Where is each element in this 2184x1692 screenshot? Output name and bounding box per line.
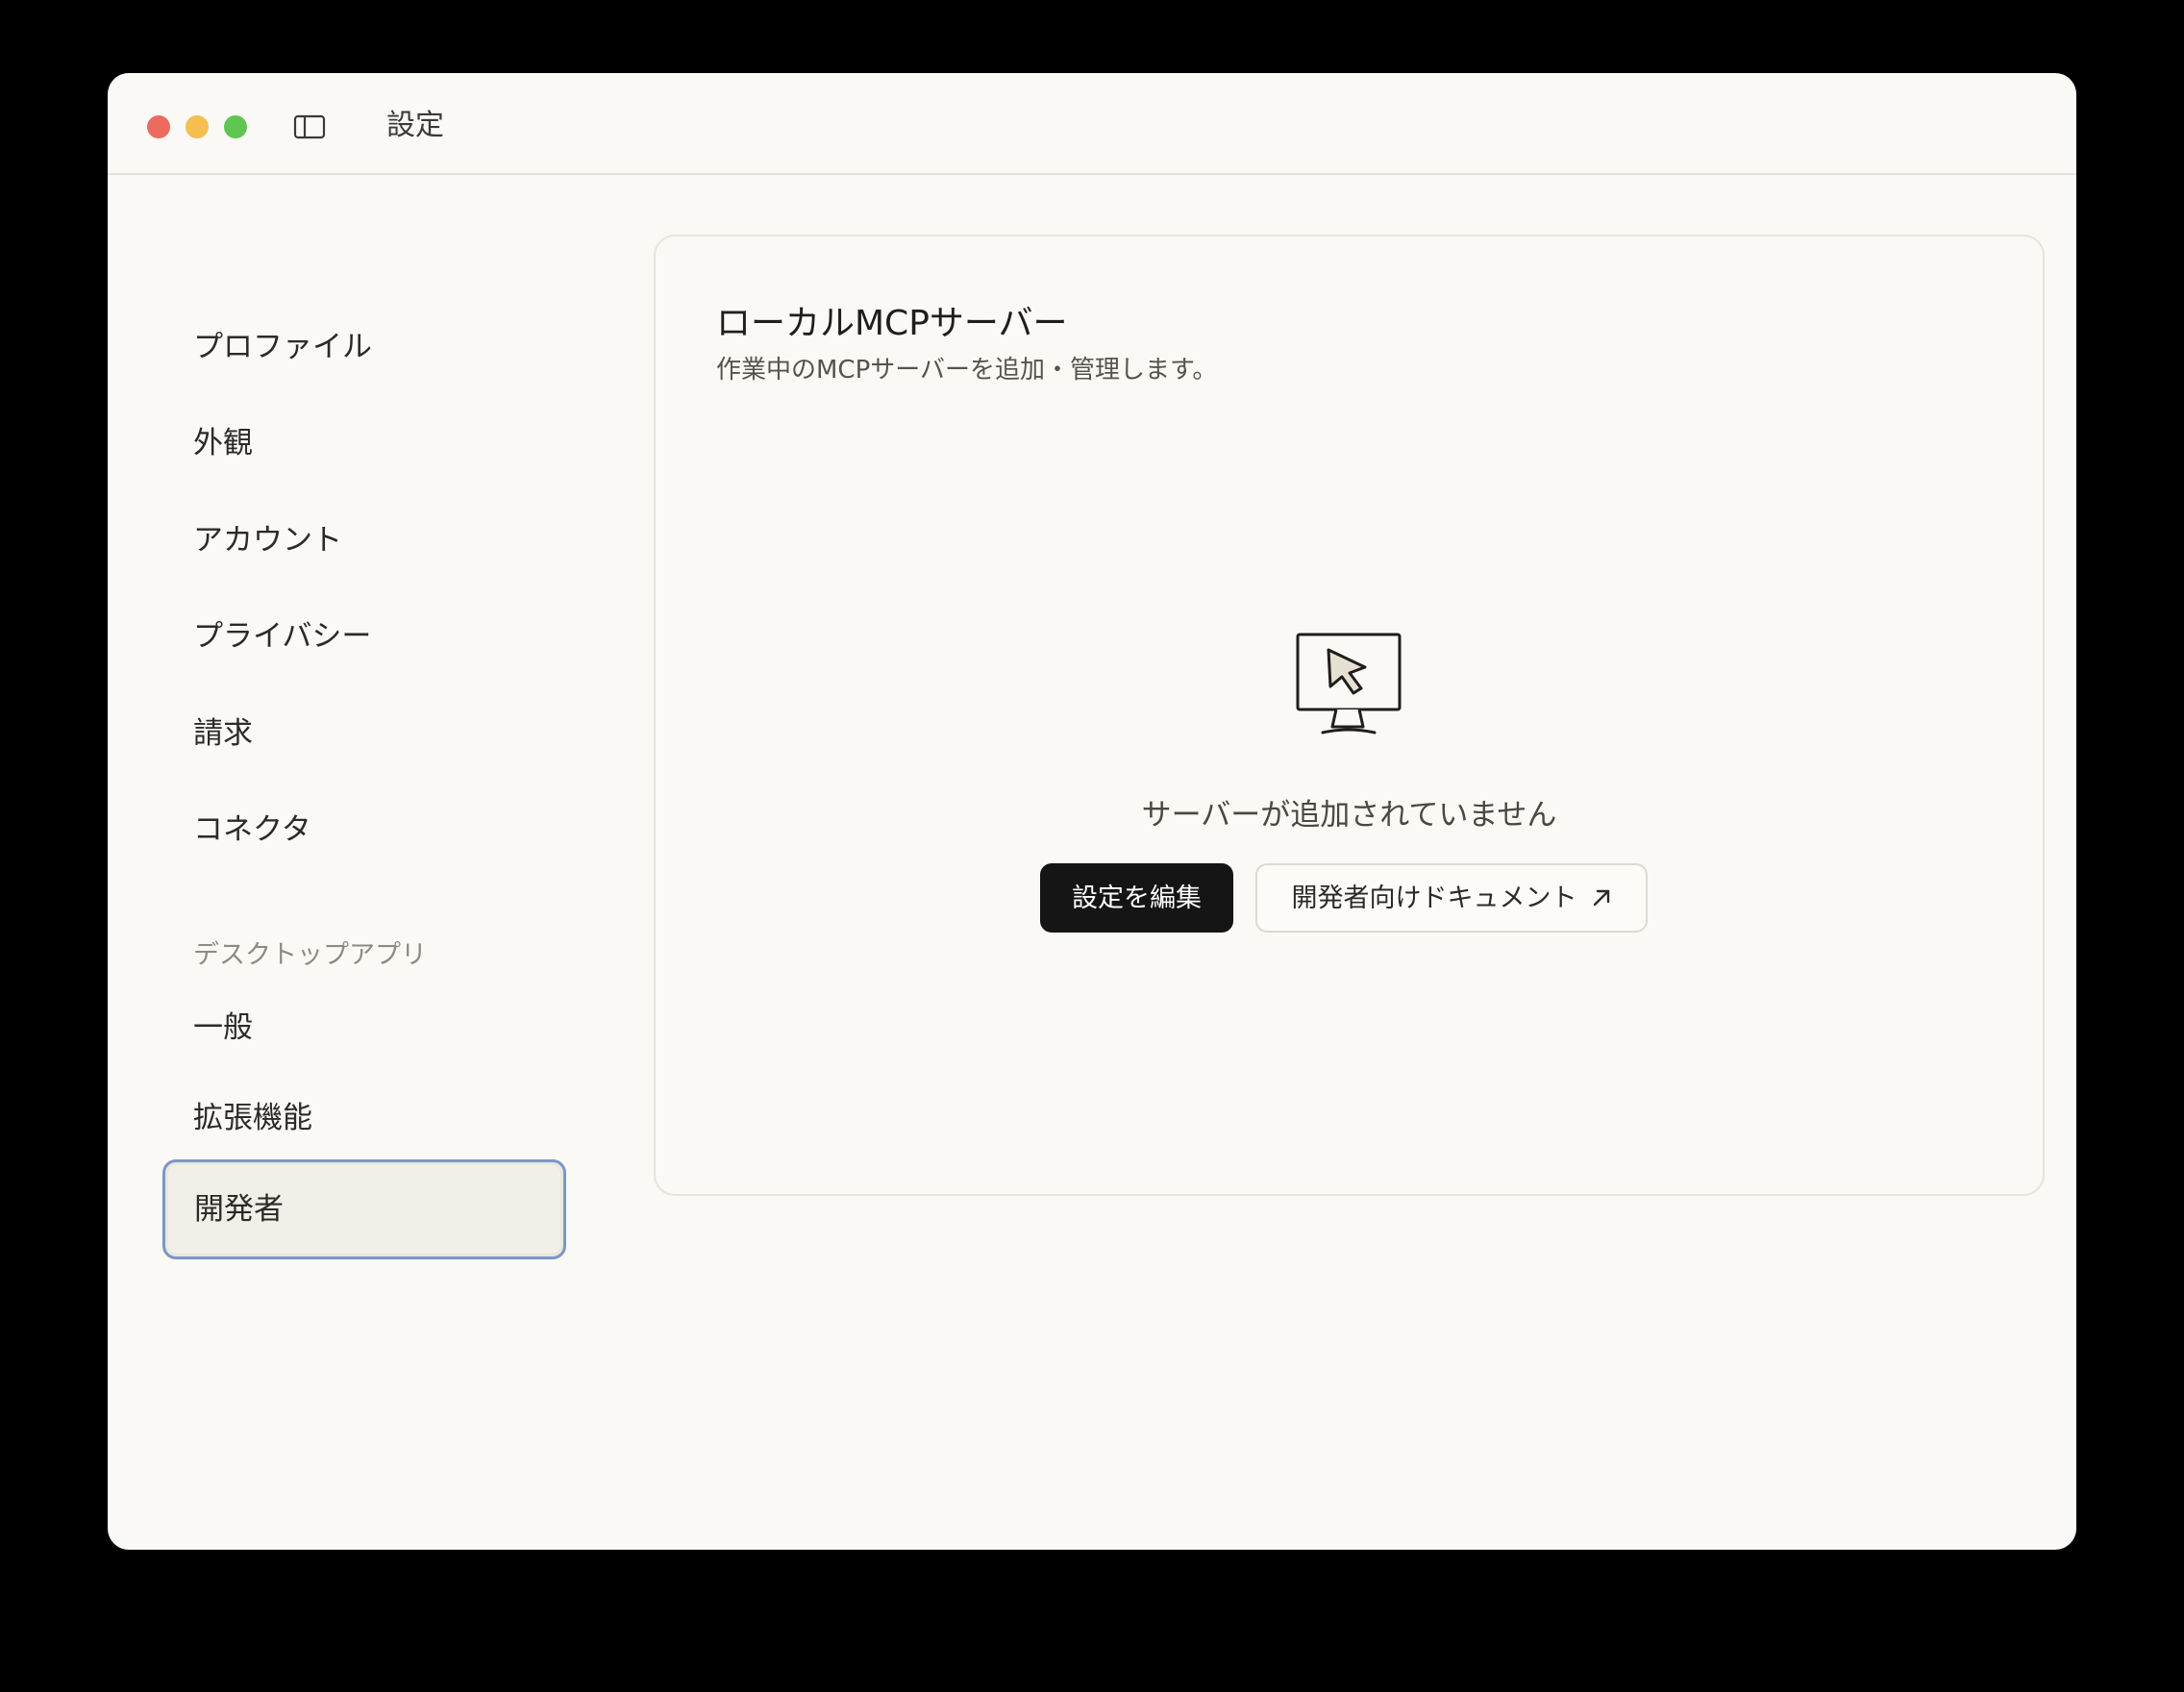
title-bar: 設定 <box>108 73 2076 175</box>
nav-item-privacy[interactable]: プライバシー <box>193 616 371 657</box>
settings-window: 設定 プロファイル 外観 アカウント プライバシー 請求 コネクタ デスクトップ… <box>108 73 2076 1550</box>
monitor-cursor-icon <box>1290 631 1405 741</box>
minimize-window-button[interactable] <box>186 115 209 138</box>
nav-item-developer-label: 開発者 <box>194 1192 284 1227</box>
external-link-icon <box>1591 868 1612 907</box>
nav-item-appearance[interactable]: 外観 <box>193 423 253 463</box>
nav-item-connectors[interactable]: コネクタ <box>193 809 311 850</box>
nav-item-general[interactable]: 一般 <box>193 1008 253 1048</box>
close-window-button[interactable] <box>147 115 170 138</box>
nav-section-desktop-app: デスクトップアプリ <box>193 940 427 970</box>
window-title: 設定 <box>386 109 444 142</box>
maximize-window-button[interactable] <box>224 115 247 138</box>
nav-item-developer[interactable]: 開発者 <box>162 1159 566 1259</box>
nav-item-profile[interactable]: プロファイル <box>193 327 372 367</box>
edit-config-button[interactable]: 設定を編集 <box>1040 863 1233 933</box>
section-subtitle: 作業中のMCPサーバーを追加・管理します。 <box>716 356 1218 385</box>
developer-docs-label: 開発者向けドキュメント <box>1291 883 1577 913</box>
sidebar-toggle-icon[interactable] <box>293 113 326 140</box>
settings-nav: プロファイル 外観 アカウント プライバシー 請求 コネクタ デスクトップアプリ… <box>108 177 646 1523</box>
nav-item-extensions[interactable]: 拡張機能 <box>193 1098 312 1138</box>
nav-item-account[interactable]: アカウント <box>193 520 342 560</box>
empty-state-text: サーバーが追加されていません <box>1141 798 1557 833</box>
nav-item-billing[interactable]: 請求 <box>193 713 253 754</box>
developer-docs-button[interactable]: 開発者向けドキュメント <box>1255 863 1648 933</box>
local-mcp-servers-card: ローカルMCPサーバー 作業中のMCPサーバーを追加・管理します。 サーバーが追… <box>654 235 2045 1196</box>
section-title-text: ローカルMCPサーバー <box>716 304 1068 343</box>
section-title: ローカルMCPサーバー <box>716 300 1068 348</box>
